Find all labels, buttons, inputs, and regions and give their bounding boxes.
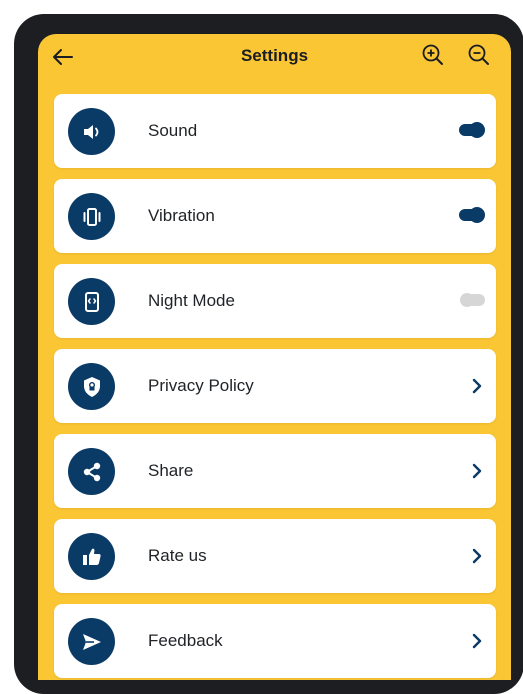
shield-icon: [68, 363, 115, 410]
vibration-toggle[interactable]: [458, 206, 486, 224]
chevron-right-icon: [472, 378, 482, 394]
chevron-right-icon: [472, 548, 482, 564]
settings-item-feedback[interactable]: Feedback: [54, 604, 496, 678]
settings-item-rate-us[interactable]: Rate us: [54, 519, 496, 593]
send-icon: [68, 618, 115, 665]
zoom-in-icon[interactable]: [420, 42, 446, 68]
sound-toggle[interactable]: [458, 121, 486, 139]
share-icon: [68, 448, 115, 495]
chevron-right-icon: [472, 633, 482, 649]
settings-screen: Settings Sound Vibration Night Mode Priv…: [38, 34, 511, 680]
settings-item-label: Privacy Policy: [148, 376, 254, 395]
speaker-icon: [68, 108, 115, 155]
vibration-icon: [68, 193, 115, 240]
settings-item-label: Night Mode: [148, 291, 235, 310]
top-bar: Settings: [38, 34, 511, 82]
settings-item-label: Vibration: [148, 206, 215, 225]
settings-item-label: Share: [148, 461, 194, 480]
settings-item-vibration[interactable]: Vibration: [54, 179, 496, 253]
settings-item-label: Sound: [148, 121, 198, 140]
night-mode-icon: [68, 278, 115, 325]
settings-item-label: Rate us: [148, 546, 207, 565]
settings-item-label: Feedback: [148, 631, 223, 650]
settings-item-privacy-policy[interactable]: Privacy Policy: [54, 349, 496, 423]
settings-item-sound[interactable]: Sound: [54, 94, 496, 168]
settings-item-night-mode[interactable]: Night Mode: [54, 264, 496, 338]
chevron-right-icon: [472, 463, 482, 479]
zoom-out-icon[interactable]: [466, 42, 492, 68]
settings-item-share[interactable]: Share: [54, 434, 496, 508]
night-mode-toggle[interactable]: [458, 291, 486, 309]
thumbs-up-icon: [68, 533, 115, 580]
